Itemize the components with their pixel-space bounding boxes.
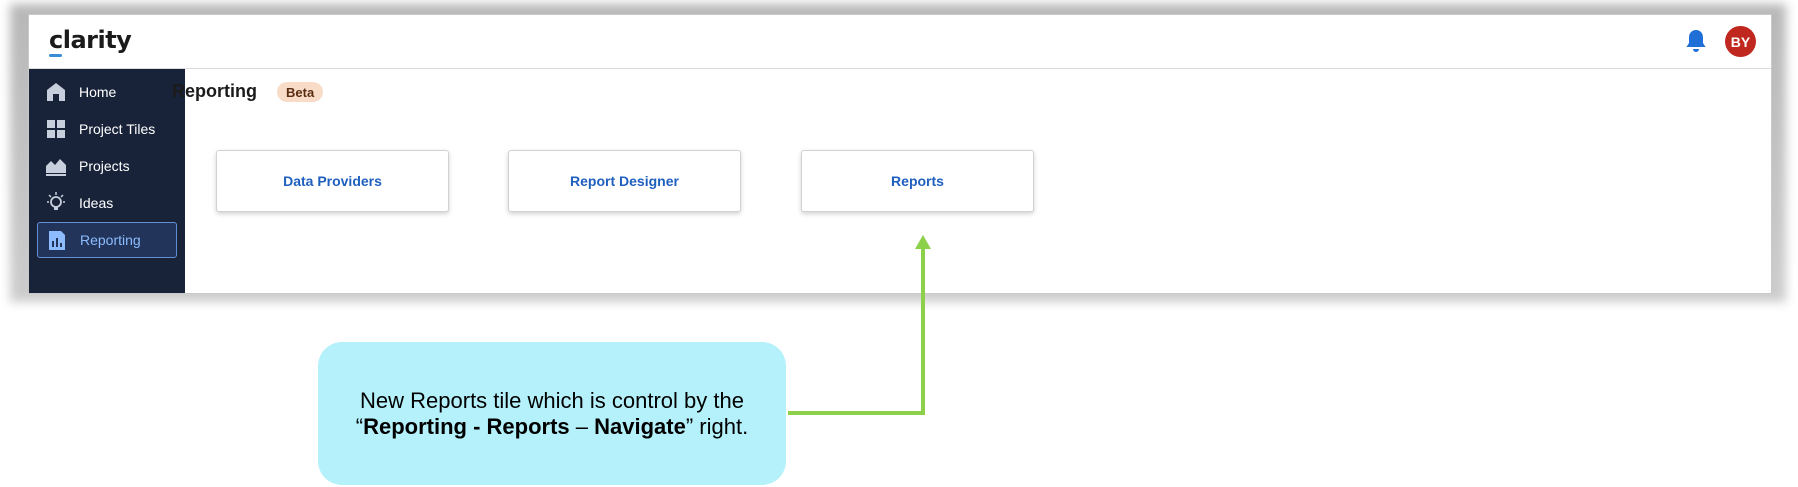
sidebar-item-label: Project Tiles	[79, 121, 156, 137]
sidebar-item-label: Reporting	[80, 232, 141, 248]
sidebar-item-ideas[interactable]: Ideas	[37, 185, 177, 221]
sidebar: Home Project Tiles Projects Ideas Report…	[29, 69, 185, 293]
reporting-icon	[46, 229, 68, 251]
callout-line-2: “Reporting - Reports – Navigate” right.	[355, 413, 749, 439]
callout-line-1: New Reports tile which is control by the	[360, 387, 744, 413]
tiles-icon	[45, 118, 67, 140]
annotation-callout: New Reports tile which is control by the…	[318, 342, 786, 485]
sidebar-item-project-tiles[interactable]: Project Tiles	[37, 111, 177, 147]
sidebar-item-label: Home	[79, 84, 117, 100]
tile-label: Data Providers	[283, 173, 382, 189]
page-title: Reporting	[172, 81, 257, 101]
tile-label: Report Designer	[570, 173, 679, 189]
tile-reports[interactable]: Reports	[801, 150, 1034, 212]
user-avatar[interactable]: BY	[1725, 26, 1756, 57]
clarity-logo: clarity	[49, 26, 132, 54]
sidebar-item-label: Projects	[79, 158, 130, 174]
bell-icon[interactable]	[1684, 28, 1708, 54]
projects-icon	[45, 155, 67, 177]
sidebar-item-projects[interactable]: Projects	[37, 148, 177, 184]
tile-report-designer[interactable]: Report Designer	[508, 150, 741, 212]
home-icon	[45, 81, 67, 103]
lightbulb-icon	[45, 192, 67, 214]
tile-label: Reports	[891, 173, 944, 189]
sidebar-item-reporting[interactable]: Reporting	[37, 222, 177, 258]
sidebar-item-label: Ideas	[79, 195, 114, 211]
beta-badge: Beta	[277, 82, 324, 102]
tile-data-providers[interactable]: Data Providers	[216, 150, 449, 212]
logo-accent	[49, 54, 62, 57]
top-bar: clarity BY	[29, 15, 1771, 69]
callout-text: New Reports tile which is control by the…	[356, 388, 748, 440]
sidebar-item-home[interactable]: Home	[37, 74, 177, 110]
